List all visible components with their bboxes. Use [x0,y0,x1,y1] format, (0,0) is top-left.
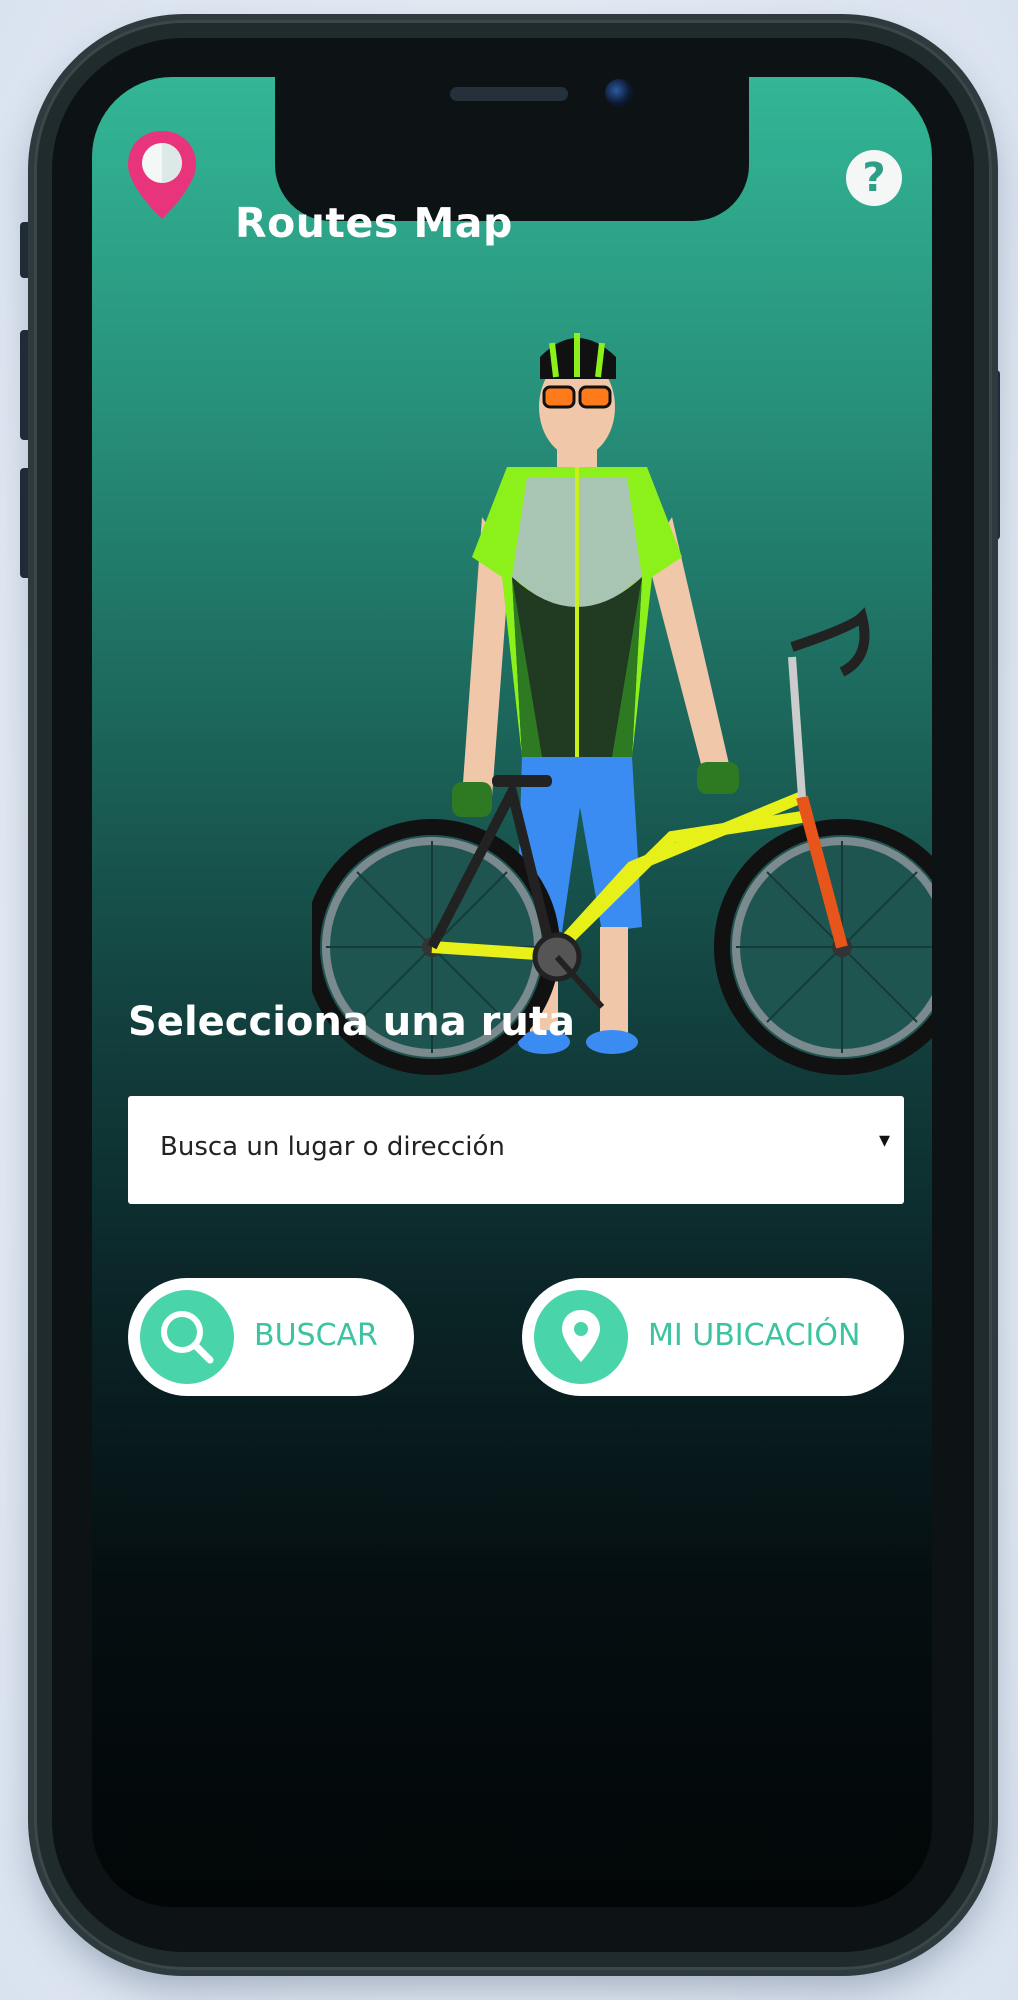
front-camera [605,79,633,107]
location-pin-icon [534,1290,628,1384]
caret-down-icon: ▾ [878,1128,890,1153]
app-title: Routes Map [235,199,513,247]
cyclist-illustration [312,333,932,1075]
speaker-grille [450,87,568,101]
route-select-placeholder: Busca un lugar o dirección [160,1132,505,1162]
home-indicator [392,1881,632,1889]
search-button-label: BUSCAR [254,1318,378,1353]
route-section-heading: Selecciona una ruta [128,999,575,1045]
phone-side-button-volume-down [20,468,34,578]
route-search-select[interactable]: Busca un lugar o dirección ▾ [128,1096,904,1204]
magnifier-icon [140,1290,234,1384]
help-button[interactable]: ? [846,150,902,206]
my-location-button[interactable]: MI UBICACIÓN [522,1278,904,1396]
question-icon: ? [862,155,886,201]
phone-side-button-volume-up [20,330,34,440]
map-pin-icon [122,127,202,227]
my-location-button-label: MI UBICACIÓN [648,1318,861,1353]
search-button[interactable]: BUSCAR [128,1278,414,1396]
app-screen: Routes Map ? Selecciona una ruta Busca u… [92,77,932,1907]
phone-side-button-silent [20,222,34,278]
